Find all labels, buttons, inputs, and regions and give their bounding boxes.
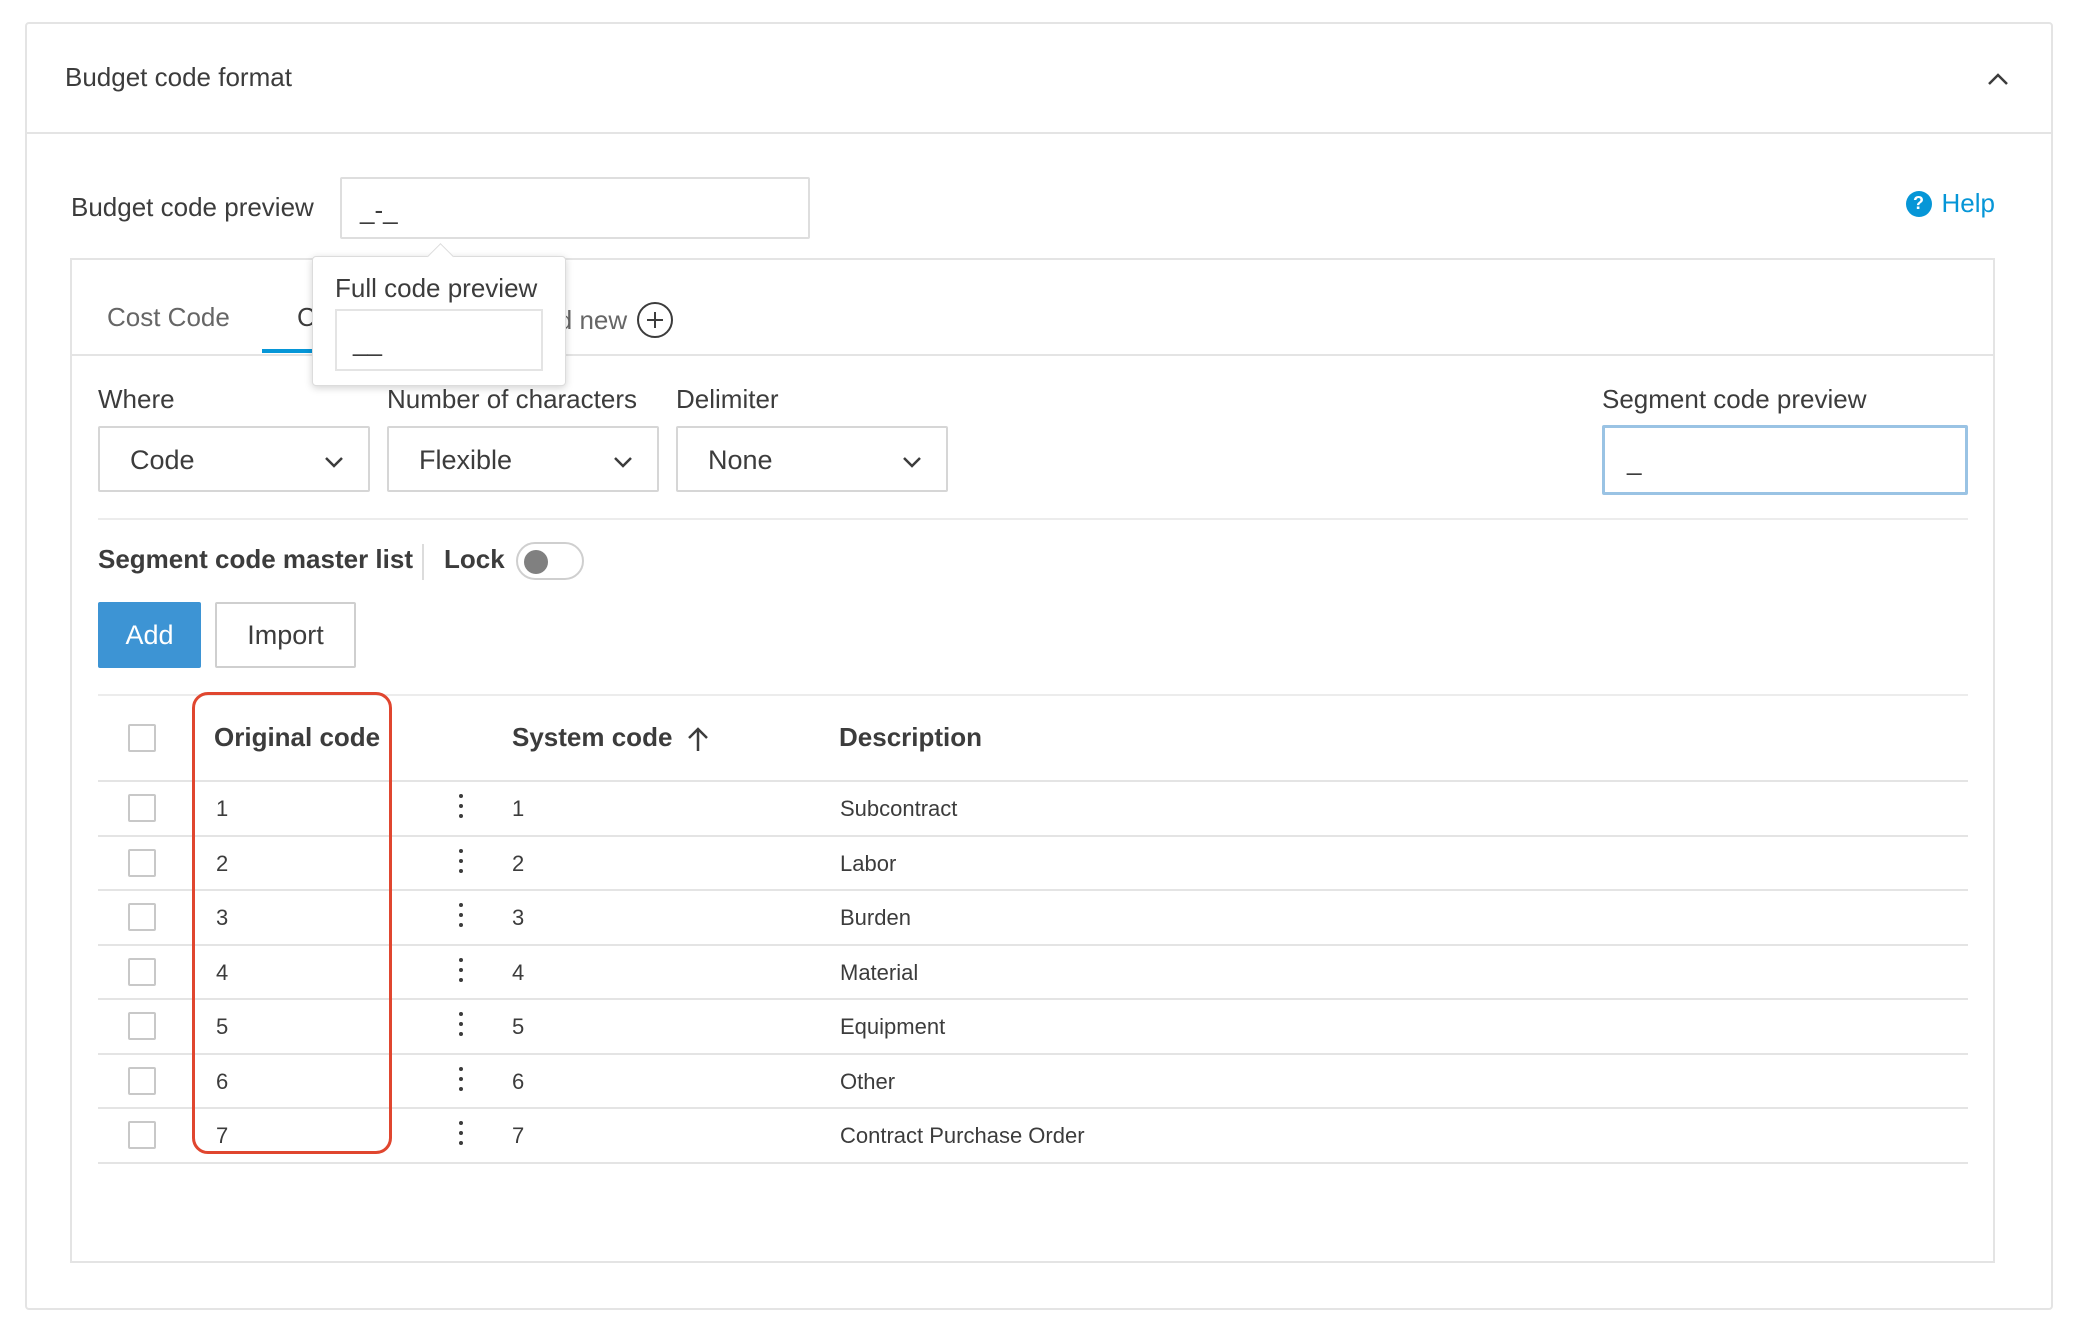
panel-header[interactable]: Budget code format — [27, 24, 2051, 134]
table-row[interactable]: 4 4 Material — [98, 946, 1968, 1000]
chevron-up-icon[interactable] — [1983, 64, 2013, 94]
row-checkbox[interactable] — [128, 1066, 156, 1095]
master-list-title: Segment code master list — [98, 544, 413, 574]
segment-settings-container: Cost Code C ld new Where Code Number of … — [70, 258, 1995, 1263]
description-header[interactable]: Description — [839, 722, 982, 753]
original-code-cell: 1 — [216, 796, 229, 821]
table-header: Original code System code Description — [98, 694, 1968, 782]
original-code-cell: 6 — [216, 1068, 229, 1094]
system-code-header-label: System code — [512, 722, 673, 752]
where-label: Where — [98, 384, 175, 414]
segment-preview-label: Segment code preview — [1602, 384, 1867, 414]
table-row[interactable]: 5 5 Equipment — [98, 1000, 1968, 1055]
help-label: Help — [1941, 188, 1995, 218]
table-row[interactable]: 6 6 Other — [98, 1055, 1968, 1109]
toggle-knob — [524, 550, 548, 574]
sort-ascending-icon[interactable] — [686, 725, 710, 753]
original-code-header[interactable]: Original code — [214, 722, 380, 753]
description-cell: Labor — [840, 850, 897, 876]
description-cell: Other — [840, 1068, 896, 1094]
original-code-cell: 5 — [216, 1014, 229, 1039]
row-checkbox[interactable] — [128, 848, 156, 877]
system-code-cell: 2 — [512, 850, 525, 876]
system-code-header[interactable]: System code — [512, 722, 710, 753]
description-cell: Contract Purchase Order — [840, 1123, 1085, 1148]
table-row[interactable]: 1 1 Subcontract — [98, 782, 1968, 837]
more-options-icon[interactable] — [458, 1012, 464, 1040]
row-checkbox[interactable] — [128, 794, 156, 822]
segment-code-preview-field[interactable]: _ — [1602, 425, 1968, 495]
where-value: Code — [130, 445, 195, 475]
row-checkbox[interactable] — [128, 903, 156, 931]
tab-add-new[interactable]: ld new — [552, 302, 674, 338]
delimiter-label: Delimiter — [676, 384, 779, 414]
lock-toggle[interactable] — [516, 542, 584, 580]
system-code-cell: 1 — [512, 796, 525, 821]
chevron-down-icon — [614, 457, 632, 468]
chevron-down-icon — [903, 457, 921, 468]
system-code-cell: 7 — [512, 1123, 525, 1148]
segment-code-table: Original code System code Description 11… — [98, 694, 1968, 1164]
budget-code-preview-label: Budget code preview — [71, 192, 314, 222]
system-code-cell: 3 — [512, 905, 525, 930]
table-row[interactable]: 2 2 Labor — [98, 837, 1968, 891]
more-options-icon[interactable] — [458, 957, 464, 986]
more-options-icon[interactable] — [458, 903, 464, 931]
full-code-preview-field[interactable]: __ — [335, 309, 543, 371]
tab-cost-code[interactable]: Cost Code — [107, 302, 230, 333]
row-checkbox[interactable] — [128, 957, 156, 986]
characters-select[interactable]: Flexible — [387, 426, 659, 492]
where-select[interactable]: Code — [98, 426, 370, 492]
system-code-cell: 6 — [512, 1068, 525, 1094]
description-cell: Burden — [840, 905, 911, 930]
help-icon: ? — [1905, 190, 1932, 217]
characters-label: Number of characters — [387, 384, 637, 414]
more-options-icon[interactable] — [458, 1066, 464, 1095]
select-all-checkbox[interactable] — [128, 724, 156, 752]
original-code-cell: 4 — [216, 959, 229, 985]
plus-circle-icon — [637, 302, 674, 338]
table-body: 1 1 Subcontract 2 2 Labor 3 3 Burden 4 4 Material 5 5… — [98, 782, 1968, 1164]
original-code-cell: 2 — [216, 850, 229, 876]
full-code-preview-popover: Full code preview __ — [312, 256, 566, 386]
system-code-cell: 4 — [512, 959, 525, 985]
help-link[interactable]: ? Help — [1905, 188, 1995, 219]
description-cell: Subcontract — [840, 796, 958, 821]
row-checkbox[interactable] — [128, 1012, 156, 1040]
chevron-down-icon — [325, 457, 343, 468]
original-code-cell: 3 — [216, 905, 229, 930]
budget-code-preview-field[interactable]: _-_ — [340, 177, 810, 239]
characters-value: Flexible — [419, 445, 513, 475]
more-options-icon[interactable] — [458, 848, 464, 877]
more-options-icon[interactable] — [458, 794, 464, 822]
row-checkbox[interactable] — [128, 1121, 156, 1149]
delimiter-select[interactable]: None — [676, 426, 948, 492]
original-code-cell: 7 — [216, 1123, 229, 1148]
delimiter-value: None — [708, 445, 773, 475]
system-code-cell: 5 — [512, 1014, 525, 1039]
add-button[interactable]: Add — [98, 602, 201, 668]
section-divider — [98, 518, 1968, 520]
panel-title: Budget code format — [65, 62, 292, 92]
table-row[interactable]: 3 3 Burden — [98, 891, 1968, 946]
more-options-icon[interactable] — [458, 1121, 464, 1149]
vertical-divider — [422, 544, 424, 580]
description-cell: Material — [840, 959, 919, 985]
table-row[interactable]: 7 7 Contract Purchase Order — [98, 1109, 1968, 1164]
lock-label: Lock — [444, 544, 505, 574]
popover-title: Full code preview — [335, 273, 538, 303]
description-cell: Equipment — [840, 1014, 946, 1039]
import-button[interactable]: Import — [215, 602, 356, 668]
